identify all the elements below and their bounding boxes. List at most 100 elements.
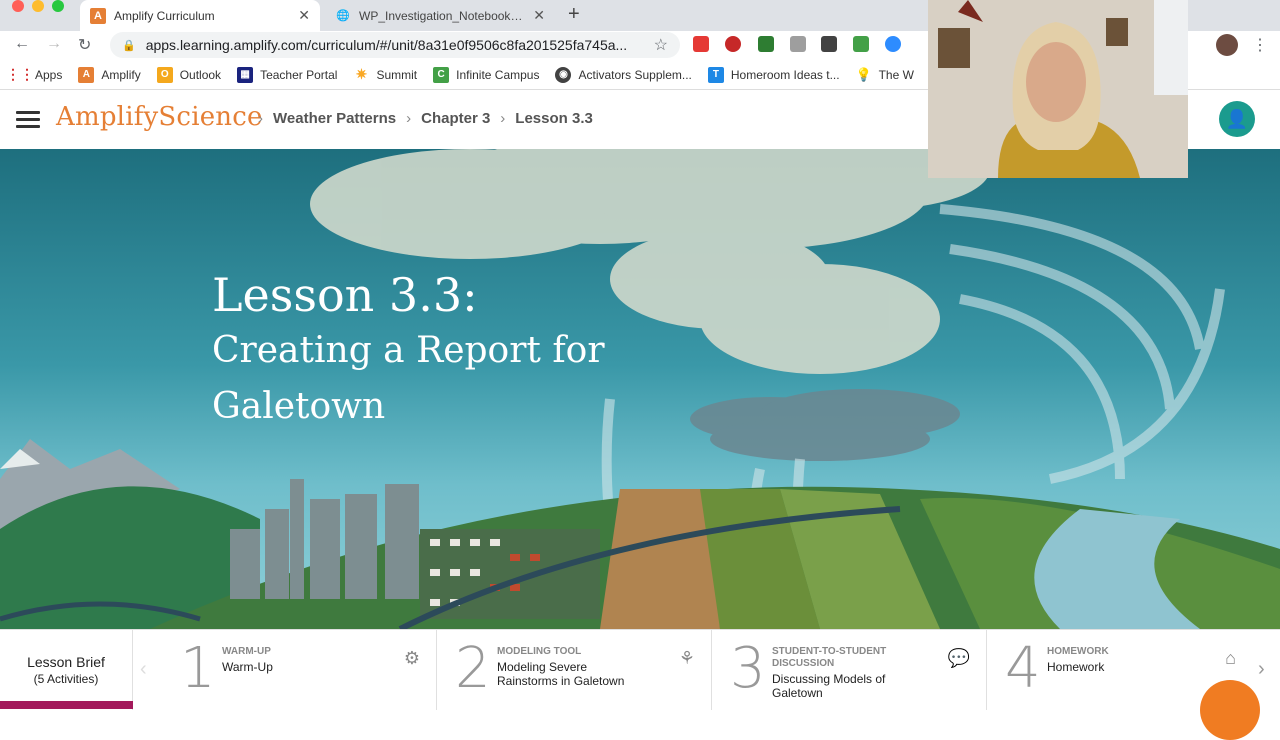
bookmark-homeroom[interactable]: T Homeroom Ideas t... [707,66,840,83]
bookmark-activators[interactable]: ◉ Activators Supplem... [555,66,692,83]
breadcrumb-separator-icon: › [500,110,506,127]
url-text: apps.learning.amplify.com/curriculum/#/u… [145,37,628,53]
tab-title: Amplify Curriculum [114,8,215,23]
extension-icon[interactable] [758,36,774,52]
activity-name: Warm-Up [222,660,273,674]
window-controls [12,0,64,12]
help-chat-button[interactable] [1200,680,1260,740]
head-gear-icon: ⚙ [403,648,420,668]
amplify-icon: A [78,66,95,83]
breadcrumb-separator-icon: › [258,110,263,127]
lesson-title-block: Lesson 3.3: Creating a Report for Galeto… [212,267,632,435]
activity-name: Homework [1047,660,1105,674]
portal-icon: ▦ [237,66,254,83]
activity-category: MODELING TOOL [497,646,582,657]
amplify-favicon-icon: A [90,7,106,24]
bookmark-amplify[interactable]: A Amplify [78,66,141,83]
address-bar[interactable]: 🔒 apps.learning.amplify.com/curriculum/#… [110,32,680,58]
extension-icon[interactable] [821,36,837,52]
amplify-science-logo[interactable]: AmplifyScience [56,102,263,132]
logo-text: Amplify [56,102,159,132]
bookmark-label: Amplify [101,67,141,82]
activity-number: 4 [1005,636,1041,701]
logo-text: Science [158,102,263,132]
minimize-window-button[interactable] [32,0,44,12]
tab-notebook[interactable]: 🌐 WP_Investigation_Notebook_Pag ✕ [325,0,555,31]
extension-icon[interactable] [725,36,741,52]
bookmark-label: Infinite Campus [456,67,540,82]
lesson-brief-indicator [0,701,133,709]
activity-number: 3 [730,636,766,701]
back-arrow-icon[interactable]: ← [14,35,30,53]
forward-arrow-icon[interactable]: → [46,35,62,53]
bulb-icon: 💡 [855,66,872,82]
bookmark-outlook[interactable]: O Outlook [156,66,222,83]
activity-number: 2 [455,636,491,701]
globe-icon: 🌐 [336,10,350,22]
bookmark-label: Activators Supplem... [578,67,692,82]
user-account-icon[interactable]: 👤 [1219,101,1255,137]
bookmark-label: Apps [35,67,63,82]
bookmark-label: Outlook [179,67,222,82]
weather-landscape-illustration [0,149,1280,629]
activity-card-3[interactable]: 3 STUDENT-TO-STUDENT DISCUSSION Discussi… [712,630,987,710]
chevron-left-icon[interactable]: ‹ [140,658,147,681]
presenter-video-frame [928,0,1188,178]
bookmark-summit[interactable]: ✷ Summit [353,66,418,83]
breadcrumb: › Weather Patterns › Chapter 3 › Lesson … [258,110,593,127]
bookmark-label: The W [878,67,914,82]
bookmark-label: Homeroom Ideas t... [730,67,840,82]
lesson-activity-bar: Lesson Brief (5 Activities) ‹ 1 WARM-UP … [0,629,1280,720]
activity-name: Discussing Models of Galetown [772,672,886,700]
reload-icon[interactable]: ↻ [78,35,91,55]
bookmark-label: Summit [376,67,418,82]
breadcrumb-chapter[interactable]: Chapter 3 [421,110,490,127]
lesson-brief-button[interactable]: Lesson Brief (5 Activities) [0,630,133,710]
t-icon: T [707,66,724,83]
lesson-number: Lesson 3.3: [212,268,478,322]
bookmark-infinite-campus[interactable]: C Infinite Campus [433,66,540,83]
chat-bubbles-icon: 💬 [947,648,970,668]
lesson-brief-label: Lesson Brief [27,654,105,670]
extension-icon[interactable] [790,36,806,52]
zoom-icon[interactable] [885,36,901,52]
extension-icon[interactable] [693,36,709,52]
profile-avatar[interactable] [1216,34,1238,56]
sun-icon: ✷ [355,66,368,82]
close-tab-icon[interactable]: ✕ [298,7,310,24]
breadcrumb-separator-icon: › [406,110,412,127]
bookmark-teacher-portal[interactable]: ▦ Teacher Portal [237,66,338,83]
hamburger-menu-icon[interactable] [16,111,40,129]
activity-name: Modeling Severe Rainstorms in Galetown [497,660,625,688]
webcam-overlay [928,0,1188,178]
close-tab-icon[interactable]: ✕ [533,7,545,24]
lesson-title: Creating a Report for Galetown [212,330,605,427]
breadcrumb-unit[interactable]: Weather Patterns [273,110,396,127]
new-tab-button[interactable]: + [568,4,580,24]
activity-card-1[interactable]: 1 WARM-UP Warm-Up ⚙ [162,630,437,710]
network-icon: ⚘ [678,648,695,668]
tab-title: WP_Investigation_Notebook_Pag [359,8,528,23]
chevron-right-icon[interactable]: › [1258,658,1265,681]
bookmark-apps[interactable]: ⋮⋮ Apps [6,66,63,83]
close-window-button[interactable] [12,0,24,12]
activity-card-2[interactable]: 2 MODELING TOOL Modeling Severe Rainstor… [437,630,712,710]
outlook-icon: O [156,66,173,83]
bookmark-star-icon[interactable]: ☆ [654,35,668,55]
lesson-hero-banner: Lesson 3.3: Creating a Report for Galeto… [0,149,1280,629]
apps-grid-icon: ⋮⋮ [6,66,34,82]
activity-category: WARM-UP [222,646,271,657]
bookmark-the-w[interactable]: 💡 The W [856,67,914,83]
maximize-window-button[interactable] [52,0,64,12]
campus-icon: C [433,66,450,83]
tab-amplify-curriculum[interactable]: A Amplify Curriculum ✕ [80,0,320,31]
globe-icon: ◉ [555,66,572,83]
house-icon: ⌂ [1225,648,1236,668]
lesson-brief-count: (5 Activities) [33,672,99,686]
bookmark-label: Teacher Portal [260,67,338,82]
activity-category: HOMEWORK [1047,646,1109,657]
drive-icon[interactable] [853,36,869,52]
menu-kebab-icon[interactable]: ⋮ [1252,35,1268,55]
activity-category: STUDENT-TO-STUDENT DISCUSSION [772,646,887,669]
lock-icon: 🔒 [122,39,136,52]
